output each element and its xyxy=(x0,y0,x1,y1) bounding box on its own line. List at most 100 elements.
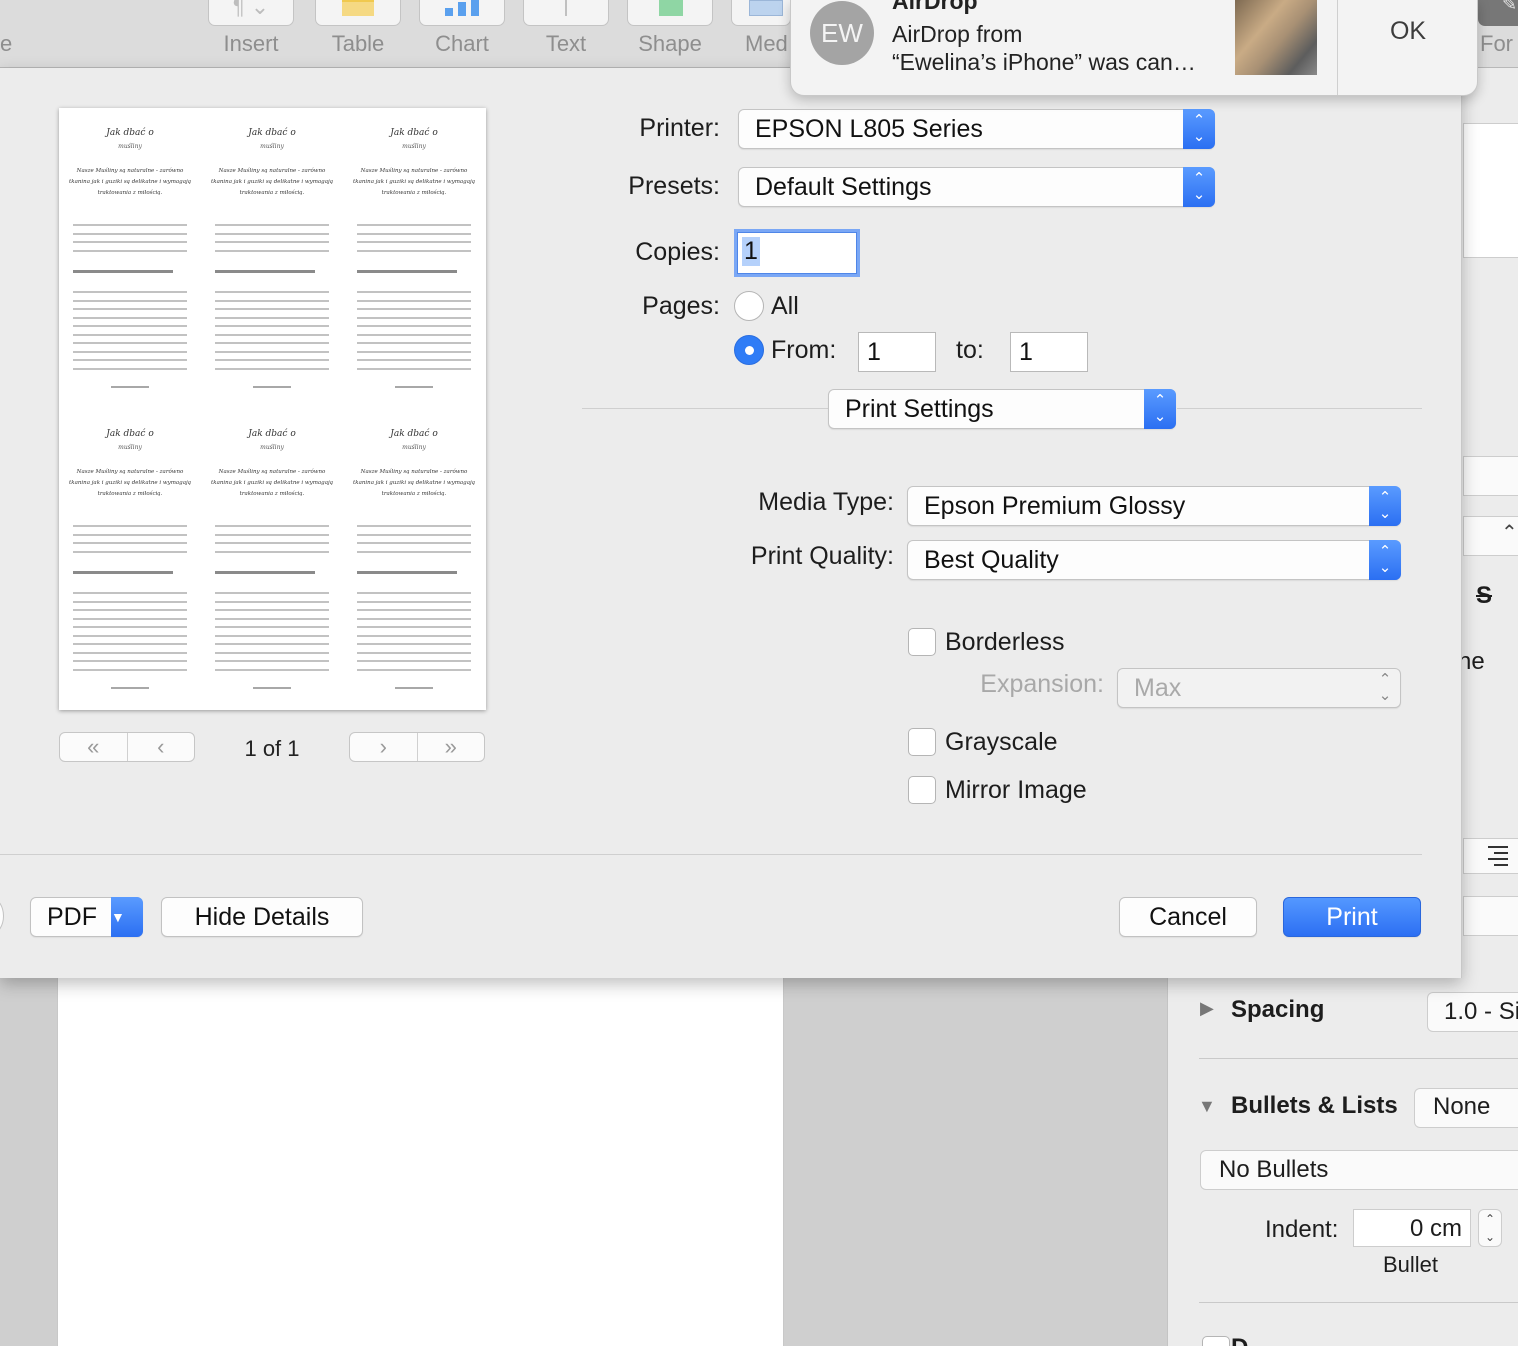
borderless-checkbox[interactable] xyxy=(908,628,936,656)
preview-card: Jak dbać o muśliny Nasze Muśliny są natura… xyxy=(59,409,201,709)
preview-card-title: Jak dbać o xyxy=(106,429,154,439)
first-page-button[interactable]: « xyxy=(60,733,127,761)
presets-value: Default Settings xyxy=(755,173,932,201)
chevron-updown-icon: ⌃ ⌄ xyxy=(1183,167,1215,207)
chevron-updown-icon: ⌃ ⌄ xyxy=(1183,109,1215,149)
indent-value: 0 cm xyxy=(1409,1215,1462,1242)
toolbar-media[interactable]: Med xyxy=(729,0,791,68)
toolbar-chart[interactable]: Chart xyxy=(417,0,507,68)
notification-line-2: “Ewelina’s iPhone” was can… xyxy=(892,49,1196,75)
media-type-label: Media Type: xyxy=(758,488,894,516)
grayscale-label: Grayscale xyxy=(945,728,1058,756)
pages-all-radio[interactable] xyxy=(734,291,764,321)
cancel-button[interactable]: Cancel xyxy=(1119,897,1257,937)
toolbar-insert-label: Insert xyxy=(223,31,279,56)
next-page-button[interactable]: › xyxy=(350,733,417,761)
presets-popup[interactable]: Default Settings ⌃ ⌄ xyxy=(738,167,1215,207)
preview-card-text: Nasze Muśliny są naturalne - zarówno tka… xyxy=(211,168,333,196)
preview-card-subtitle: muśliny xyxy=(118,143,142,150)
bullet-style-popup[interactable]: No Bullets xyxy=(1200,1150,1518,1190)
bullets-popup[interactable]: None xyxy=(1414,1088,1518,1128)
notification-line-1: AirDrop from xyxy=(892,21,1023,47)
expansion-popup: Max ⌃ ⌄ xyxy=(1117,668,1401,708)
airdrop-notification[interactable]: EW AirDrop AirDrop from “Ewelina’s iPhon… xyxy=(790,0,1478,96)
toolbar-format[interactable]: ✎ For xyxy=(1478,0,1518,68)
inspector-partial-label-2: ne xyxy=(1458,648,1485,675)
hide-details-button[interactable]: Hide Details xyxy=(161,897,363,937)
indent-field[interactable]: 0 cm xyxy=(1353,1209,1471,1247)
help-button[interactable] xyxy=(0,898,4,934)
grayscale-checkbox[interactable] xyxy=(908,728,936,756)
toolbar-text[interactable]: Text xyxy=(521,0,611,68)
toolbar-shape[interactable]: Shape xyxy=(625,0,715,68)
disclosure-down-icon[interactable]: ▼ xyxy=(1198,1096,1216,1117)
preview-card-subtitle: muśliny xyxy=(118,444,142,451)
copies-field[interactable]: 1 xyxy=(734,229,860,277)
to-page-field[interactable]: 1 xyxy=(1010,332,1088,372)
pages-from-radio[interactable] xyxy=(734,335,764,365)
disclosure-right-icon[interactable]: ▶ xyxy=(1200,998,1214,1019)
previous-page-button[interactable]: ‹ xyxy=(126,733,195,761)
inspector-partial-bottom: D xyxy=(1231,1334,1248,1346)
pdf-label: PDF xyxy=(47,903,97,931)
from-page-field[interactable]: 1 xyxy=(858,332,936,372)
from-page-value: 1 xyxy=(867,338,881,366)
toolbar-shape-label: Shape xyxy=(638,31,702,56)
to-page-value: 1 xyxy=(1019,338,1033,366)
preview-card-title: Jak dbać o xyxy=(390,128,438,138)
mirror-image-checkbox[interactable] xyxy=(908,776,936,804)
pdf-menu-button[interactable]: PDF ▼ xyxy=(30,897,143,937)
copies-label: Copies: xyxy=(635,238,720,266)
preview-card-subtitle: muśliny xyxy=(402,143,426,150)
notification-ok-button[interactable]: OK xyxy=(1338,17,1477,46)
print-preview: Jak dbać o muśliny Nasze Muśliny są natura… xyxy=(59,108,486,710)
inspector-font-field[interactable] xyxy=(1463,456,1518,496)
shape-icon xyxy=(659,0,683,16)
toolbar-table[interactable]: Table xyxy=(313,0,403,68)
bullets-lists-label: Bullets & Lists xyxy=(1231,1092,1398,1119)
avatar: EW xyxy=(810,1,874,65)
text-icon xyxy=(565,0,567,16)
print-section-value: Print Settings xyxy=(845,395,994,423)
printer-popup[interactable]: EPSON L805 Series ⌃ ⌄ xyxy=(738,109,1215,149)
document-page[interactable] xyxy=(57,978,784,1346)
media-type-popup[interactable]: Epson Premium Glossy ⌃ ⌄ xyxy=(907,486,1401,526)
strikethrough-icon[interactable]: S xyxy=(1476,582,1492,610)
bullet-caption: Bullet xyxy=(1383,1252,1439,1277)
media-icon xyxy=(749,0,783,16)
preview-card-text: Nasze Muśliny są naturalne - zarówno tka… xyxy=(69,168,191,196)
spacing-label: Spacing xyxy=(1231,996,1325,1023)
bullets-value: None xyxy=(1433,1093,1491,1120)
last-page-button[interactable]: » xyxy=(416,733,485,761)
preview-card-text: Nasze Muśliny są naturalne - zarówno tka… xyxy=(211,469,333,497)
chevron-updown-icon: ⌃ ⌄ xyxy=(1144,389,1176,429)
expansion-label: Expansion: xyxy=(980,670,1104,698)
indent-stepper[interactable]: ⌃ ⌄ xyxy=(1478,1209,1502,1247)
indent-label: Indent: xyxy=(1265,1216,1339,1243)
print-dialog: Jak dbać o muśliny Nasze Muśliny są natura… xyxy=(0,68,1462,978)
mirror-image-label: Mirror Image xyxy=(945,776,1087,804)
print-quality-value: Best Quality xyxy=(924,546,1059,574)
chevron-down-icon: ▼ xyxy=(111,897,143,937)
toolbar-partial-label: e xyxy=(0,31,13,56)
print-quality-popup[interactable]: Best Quality ⌃ ⌄ xyxy=(907,540,1401,580)
paintbrush-icon: ✎ xyxy=(1502,0,1518,14)
print-section-popup[interactable]: Print Settings ⌃ ⌄ xyxy=(828,389,1176,429)
inspector-checkbox[interactable] xyxy=(1202,1336,1230,1346)
chevron-updown-icon: ⌃ ⌄ xyxy=(1369,486,1401,526)
chevron-updown-icon[interactable]: ⌃ xyxy=(1501,520,1518,545)
media-type-value: Epson Premium Glossy xyxy=(924,492,1186,520)
toolbar-chart-label: Chart xyxy=(435,31,489,56)
inspector-style-panel[interactable] xyxy=(1463,123,1518,258)
spacing-value: 1.0 - Si xyxy=(1444,998,1518,1025)
toolbar-insert[interactable]: ¶ ⌄ Insert xyxy=(206,0,296,68)
paragraph-icon: ¶ ⌄ xyxy=(232,0,270,19)
print-button[interactable]: Print xyxy=(1283,897,1421,937)
presets-label: Presets: xyxy=(628,172,720,200)
pages-from-label: From: xyxy=(771,336,837,364)
preview-card-subtitle: muśliny xyxy=(402,444,426,451)
inspector-field[interactable] xyxy=(1463,896,1518,936)
preview-card: Jak dbać o muśliny Nasze Muśliny są natura… xyxy=(343,108,485,408)
copies-value: 1 xyxy=(742,237,760,266)
spacing-popup[interactable]: 1.0 - Si xyxy=(1427,992,1518,1032)
